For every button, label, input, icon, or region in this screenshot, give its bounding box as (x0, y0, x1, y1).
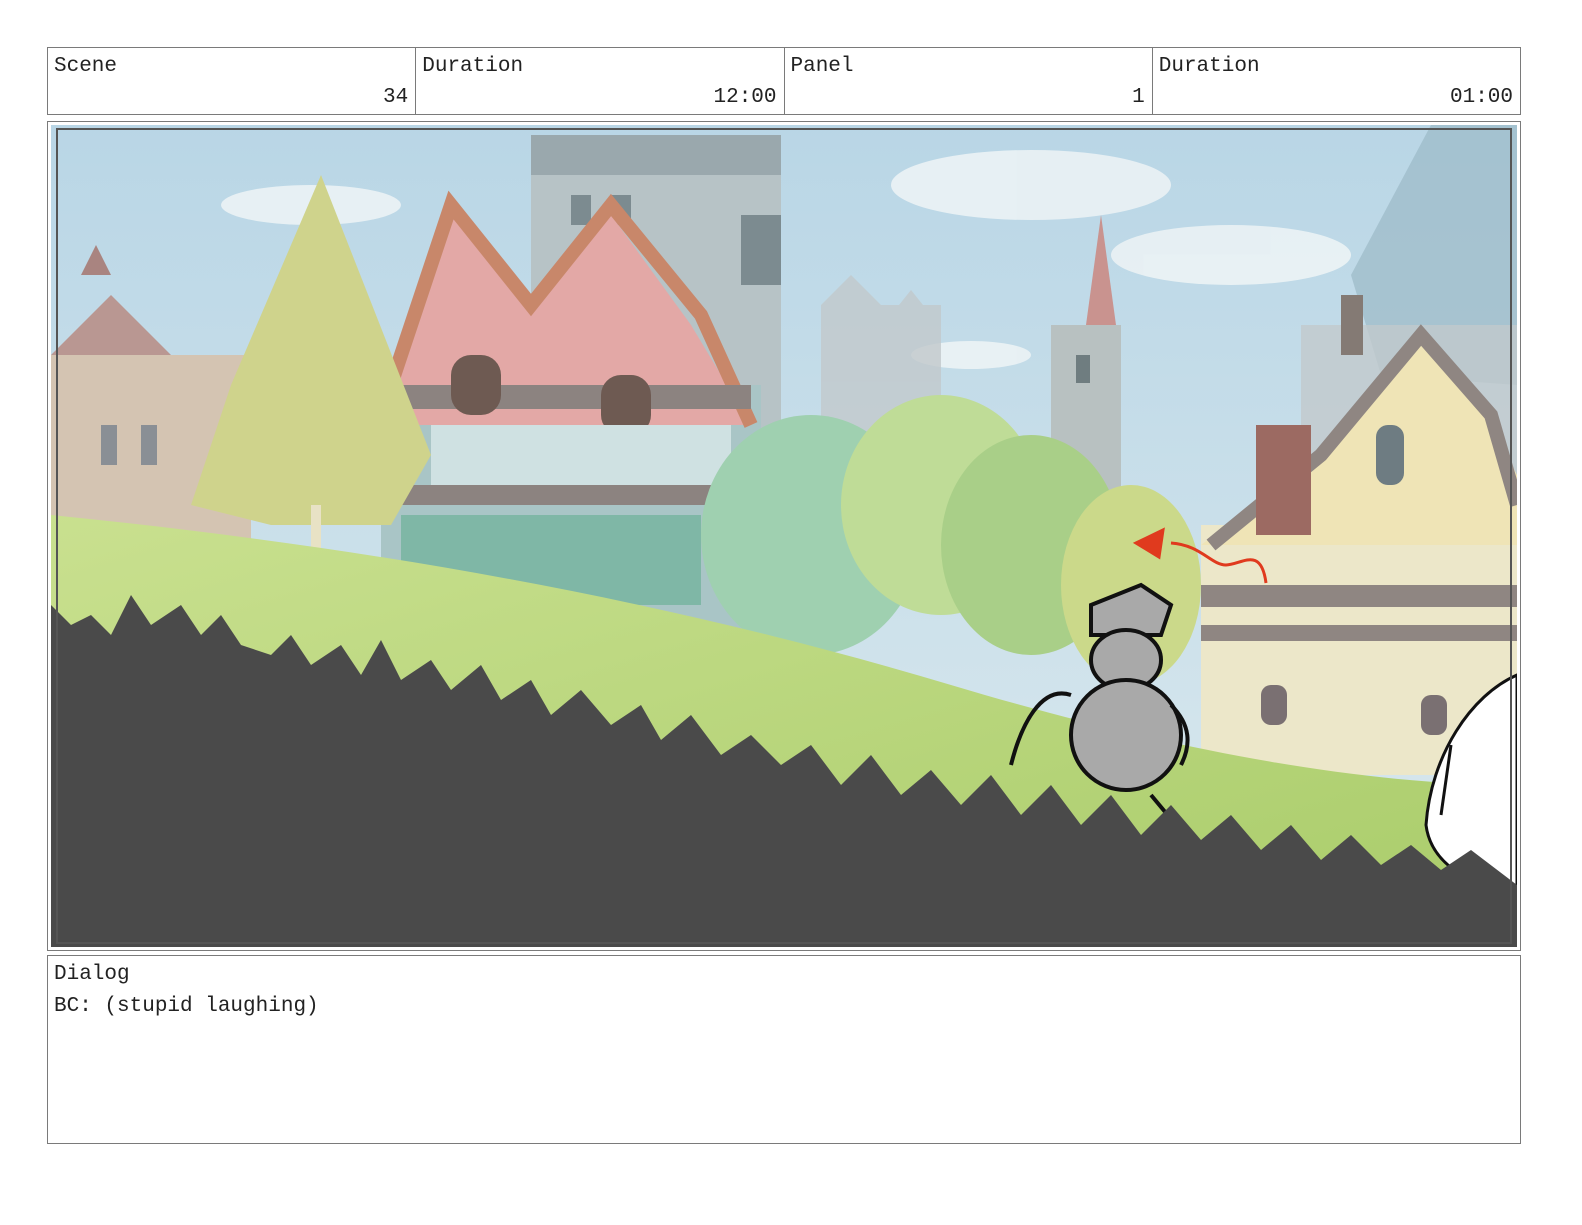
panel-value: 1 (1132, 86, 1145, 109)
scene-cell: Scene 34 (48, 48, 417, 114)
dialog-box: Dialog BC: (stupid laughing) (47, 955, 1521, 1144)
panel-duration-label: Duration (1158, 55, 1260, 78)
storyboard-panel-frame (47, 121, 1521, 951)
panel-duration-value: 01:00 (1449, 86, 1513, 109)
panel-label: Panel (790, 55, 854, 78)
panel-artwork (51, 125, 1517, 947)
storyboard-header: Scene 34 Duration 12:00 Panel 1 Duration… (47, 47, 1521, 115)
scene-duration-value: 12:00 (713, 86, 777, 109)
panel-duration-cell: Duration 01:00 (1153, 48, 1520, 114)
scene-value: 34 (383, 86, 409, 109)
panel-cell: Panel 1 (785, 48, 1153, 114)
dialog-text: BC: (stupid laughing) (54, 995, 319, 1018)
scene-duration-cell: Duration 12:00 (416, 48, 785, 114)
scene-duration-label: Duration (422, 55, 524, 78)
dialog-label: Dialog (54, 963, 130, 986)
scene-label: Scene (54, 55, 118, 78)
